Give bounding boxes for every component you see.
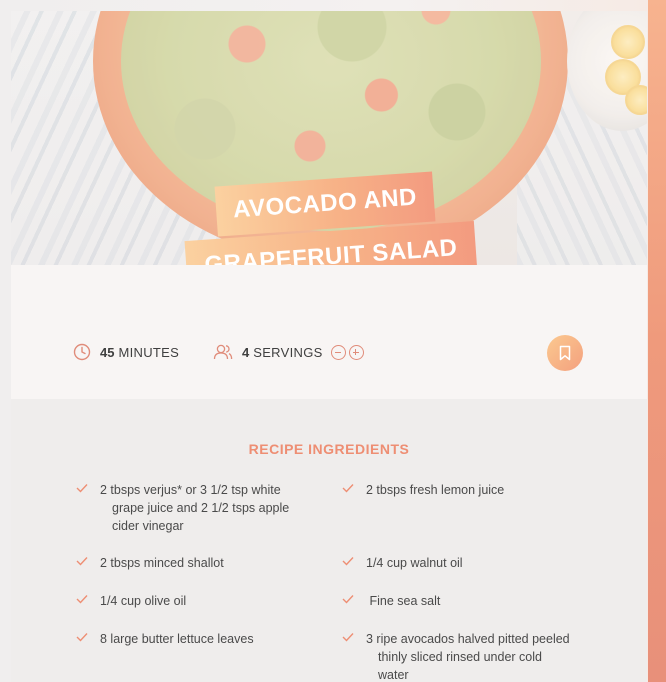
check-icon bbox=[76, 484, 88, 493]
plus-circle-icon[interactable] bbox=[348, 344, 364, 360]
check-icon bbox=[76, 595, 88, 604]
bookmark-icon bbox=[559, 345, 571, 361]
side-accent-strip bbox=[648, 0, 666, 682]
users-icon bbox=[213, 344, 233, 360]
ingredient-text: 3 ripe avocados halved pitted peeled bbox=[366, 632, 570, 646]
check-icon bbox=[342, 595, 354, 604]
check-icon bbox=[76, 557, 88, 566]
cook-time-unit: MINUTES bbox=[118, 344, 180, 360]
recipe-card: AVOCADO AND GRAPEFRUIT SALAD 45 MINUTES … bbox=[11, 11, 647, 682]
clock-icon bbox=[73, 343, 91, 361]
ingredient-item: 2 tbsps fresh lemon juice bbox=[342, 481, 602, 499]
ingredient-text: 2 tbsps minced shallot bbox=[100, 556, 224, 570]
ingredient-text: 2 tbsps verjus* or 3 1/2 tsp white bbox=[100, 483, 281, 497]
recipe-meta-bar: 45 MINUTES 4 SERVINGS bbox=[11, 265, 647, 399]
ingredient-text: 1/4 cup walnut oil bbox=[366, 556, 463, 570]
check-icon bbox=[342, 633, 354, 642]
ingredient-item: 2 tbsps minced shallot bbox=[76, 554, 326, 572]
ingredient-text-cont: grape juice and 2 1/2 tsps apple bbox=[112, 501, 290, 515]
check-icon bbox=[342, 484, 354, 493]
servings-stepper bbox=[330, 344, 364, 360]
ingredient-text-cont: cider vinegar bbox=[112, 519, 184, 533]
ingredient-text-cont: water bbox=[378, 668, 409, 682]
cook-time-value: 45 bbox=[100, 344, 115, 360]
ingredient-text-cont: thinly sliced rinsed under cold bbox=[378, 650, 542, 664]
ingredient-item: 8 large butter lettuce leaves bbox=[76, 630, 326, 648]
ingredient-text: Fine sea salt bbox=[366, 594, 441, 608]
ingredient-item: 1/4 cup olive oil bbox=[76, 592, 326, 610]
servings: 4 SERVINGS bbox=[213, 343, 364, 361]
servings-unit: SERVINGS bbox=[253, 344, 323, 360]
hero-image bbox=[11, 11, 647, 265]
ingredients-heading: RECIPE INGREDIENTS bbox=[248, 441, 410, 457]
check-icon bbox=[342, 557, 354, 566]
ingredients-section: RECIPE INGREDIENTS 2 tbsps verjus* or 3 … bbox=[11, 399, 647, 682]
hero-overlay bbox=[11, 11, 647, 265]
servings-value: 4 bbox=[242, 344, 250, 360]
ingredient-text: 2 tbsps fresh lemon juice bbox=[366, 483, 505, 497]
minus-circle-icon[interactable] bbox=[330, 344, 346, 360]
check-icon bbox=[76, 633, 88, 642]
ingredient-item: 1/4 cup walnut oil bbox=[342, 554, 602, 572]
cook-time: 45 MINUTES bbox=[73, 343, 179, 361]
ingredient-text: 1/4 cup olive oil bbox=[100, 594, 187, 608]
ingredient-item: 3 ripe avocados halved pitted peeled thi… bbox=[342, 630, 612, 682]
ingredient-item: 2 tbsps verjus* or 3 1/2 tsp white grape… bbox=[76, 481, 326, 535]
ingredient-text: 8 large butter lettuce leaves bbox=[100, 632, 254, 646]
bookmark-button[interactable] bbox=[547, 335, 583, 371]
ingredient-item: Fine sea salt bbox=[342, 592, 602, 610]
